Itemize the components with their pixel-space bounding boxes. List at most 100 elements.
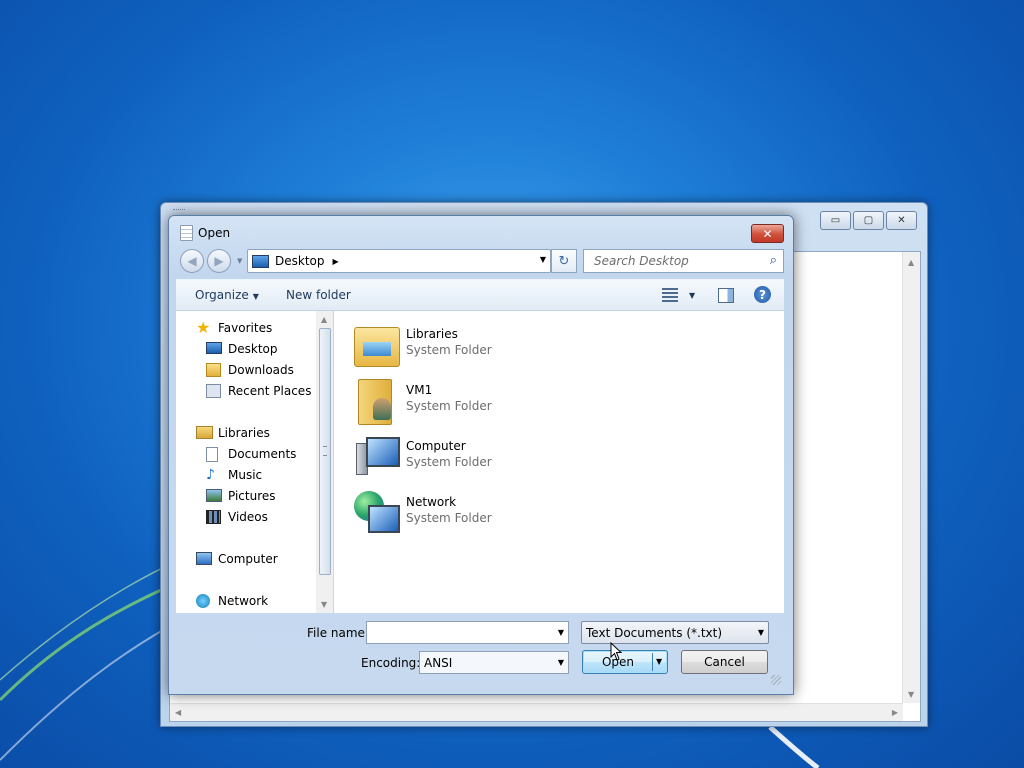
nav-network[interactable]: Network: [196, 594, 268, 608]
libraries-folder-icon: [354, 327, 400, 367]
navigation-scrollbar[interactable]: ▲ ▼: [316, 311, 333, 613]
chevron-down-icon[interactable]: ▼: [558, 628, 564, 637]
network-icon: [196, 594, 210, 608]
file-type: System Folder: [406, 399, 492, 413]
forward-arrow-icon: ▶: [214, 254, 224, 268]
preview-pane-icon[interactable]: [718, 288, 734, 303]
nav-item-label: Documents: [228, 447, 297, 461]
breadcrumb-chevron-icon[interactable]: ▶: [333, 257, 339, 266]
pictures-icon: [206, 489, 222, 502]
nav-computer-label: Computer: [218, 552, 278, 566]
nav-item-documents[interactable]: Documents: [206, 447, 297, 462]
vertical-scrollbar[interactable]: ▲ ▼: [902, 252, 920, 703]
nav-item-label: Videos: [228, 510, 268, 524]
address-breadcrumb[interactable]: Desktop: [275, 254, 325, 268]
videos-icon: [206, 510, 221, 524]
search-icon[interactable]: ⌕: [770, 253, 777, 268]
dialog-footer: File name: ▼ Text Documents (*.txt) ▼ En…: [176, 613, 784, 688]
scroll-down-icon[interactable]: ▼: [908, 690, 914, 699]
nav-libraries[interactable]: Libraries: [196, 426, 270, 440]
open-options-dropdown-icon[interactable]: ▼: [656, 657, 662, 666]
open-button[interactable]: Open ▼: [582, 650, 668, 674]
horizontal-scrollbar[interactable]: ◀ ▶: [170, 703, 903, 721]
downloads-icon: [206, 363, 221, 377]
file-name: Libraries: [406, 327, 458, 341]
back-button[interactable]: ◀: [180, 249, 204, 273]
organize-button[interactable]: Organize ▼: [195, 288, 259, 302]
nav-libraries-label: Libraries: [218, 426, 270, 440]
nav-item-label: Downloads: [228, 363, 294, 377]
computer-icon: [196, 552, 212, 565]
file-list: Libraries System Folder VM1 System Folde…: [334, 311, 784, 613]
network-icon: [354, 491, 402, 537]
scroll-down-icon[interactable]: ▼: [321, 600, 327, 609]
minimize-button[interactable]: ▭: [820, 211, 851, 230]
navigation-bar: ◀ ▶ ▼ Desktop ▶ ▼ ↻ ⌕: [178, 248, 784, 274]
scroll-left-icon[interactable]: ◀: [175, 708, 181, 717]
address-bar[interactable]: Desktop ▶ ▼: [247, 249, 551, 273]
nav-item-label: Music: [228, 468, 263, 482]
file-type: System Folder: [406, 455, 492, 469]
file-type-filter-value: Text Documents (*.txt): [586, 625, 723, 640]
libraries-icon: [196, 426, 213, 439]
forward-button[interactable]: ▶: [207, 249, 231, 273]
nav-network-label: Network: [218, 594, 269, 608]
new-folder-button[interactable]: New folder: [286, 288, 351, 302]
view-dropdown-icon[interactable]: ▼: [689, 291, 695, 300]
encoding-select[interactable]: ANSI ▼: [419, 651, 569, 674]
command-bar: Organize ▼ New folder ▼ ?: [176, 279, 784, 311]
close-button[interactable]: ✕: [886, 211, 917, 230]
dialog-close-button[interactable]: ✕: [751, 224, 784, 243]
nav-favorites-label: Favorites: [218, 321, 273, 335]
refresh-button[interactable]: ↻: [551, 249, 577, 273]
nav-item-label: Pictures: [228, 489, 276, 503]
file-item-libraries[interactable]: Libraries System Folder: [354, 321, 554, 371]
resize-grip[interactable]: [771, 675, 781, 685]
nav-item-music[interactable]: ♪ Music: [206, 468, 262, 482]
change-view-icon[interactable]: [662, 288, 678, 302]
nav-item-pictures[interactable]: Pictures: [206, 489, 276, 503]
desktop-icon: [252, 254, 269, 268]
file-name: Computer: [406, 439, 466, 453]
nav-item-videos[interactable]: Videos: [206, 510, 268, 524]
file-item-vm1[interactable]: VM1 System Folder: [354, 377, 554, 427]
open-dialog: Open ✕ ◀ ▶ ▼ Desktop ▶ ▼ ↻ ⌕ Organize▼ N…: [168, 215, 794, 695]
chevron-down-icon[interactable]: ▼: [758, 628, 764, 637]
computer-icon: [356, 435, 400, 475]
file-item-network[interactable]: Network System Folder: [354, 489, 554, 539]
chevron-down-icon: ▼: [252, 292, 259, 301]
help-icon[interactable]: ?: [754, 286, 771, 303]
file-type: System Folder: [406, 511, 492, 525]
dialog-titlebar: Open: [180, 225, 230, 241]
file-name: Network: [406, 495, 457, 509]
nav-item-downloads[interactable]: Downloads: [206, 363, 294, 377]
scrollbar-thumb[interactable]: [319, 328, 331, 575]
music-icon: ♪: [206, 467, 215, 483]
encoding-value: ANSI: [424, 655, 453, 670]
nav-computer[interactable]: Computer: [196, 552, 278, 566]
nav-favorites[interactable]: ★ Favorites: [196, 318, 273, 337]
notepad-icon: [180, 225, 193, 241]
address-dropdown-icon[interactable]: ▼: [540, 255, 546, 264]
scroll-right-icon[interactable]: ▶: [892, 708, 898, 717]
organize-label: Organize: [195, 288, 249, 302]
file-item-computer[interactable]: Computer System Folder: [354, 433, 554, 483]
maximize-button[interactable]: ▢: [853, 211, 884, 230]
scroll-up-icon[interactable]: ▲: [321, 315, 327, 324]
file-name-combobox[interactable]: ▼: [366, 621, 569, 644]
search-input[interactable]: [592, 253, 766, 269]
nav-item-recent-places[interactable]: Recent Places: [206, 384, 311, 398]
file-name-label: File name:: [307, 626, 369, 640]
dialog-title: Open: [198, 226, 231, 240]
star-icon: ★: [196, 318, 211, 337]
cancel-button[interactable]: Cancel: [681, 650, 768, 674]
scroll-up-icon[interactable]: ▲: [908, 258, 914, 267]
window-grip: [173, 209, 185, 213]
file-type: System Folder: [406, 343, 492, 357]
file-type-filter[interactable]: Text Documents (*.txt) ▼: [581, 621, 769, 644]
chevron-down-icon[interactable]: ▼: [558, 658, 564, 667]
nav-item-desktop[interactable]: Desktop: [206, 342, 278, 356]
recent-pages-dropdown-icon[interactable]: ▼: [237, 257, 242, 265]
search-box[interactable]: ⌕: [583, 249, 784, 273]
user-folder-icon: [358, 379, 392, 425]
